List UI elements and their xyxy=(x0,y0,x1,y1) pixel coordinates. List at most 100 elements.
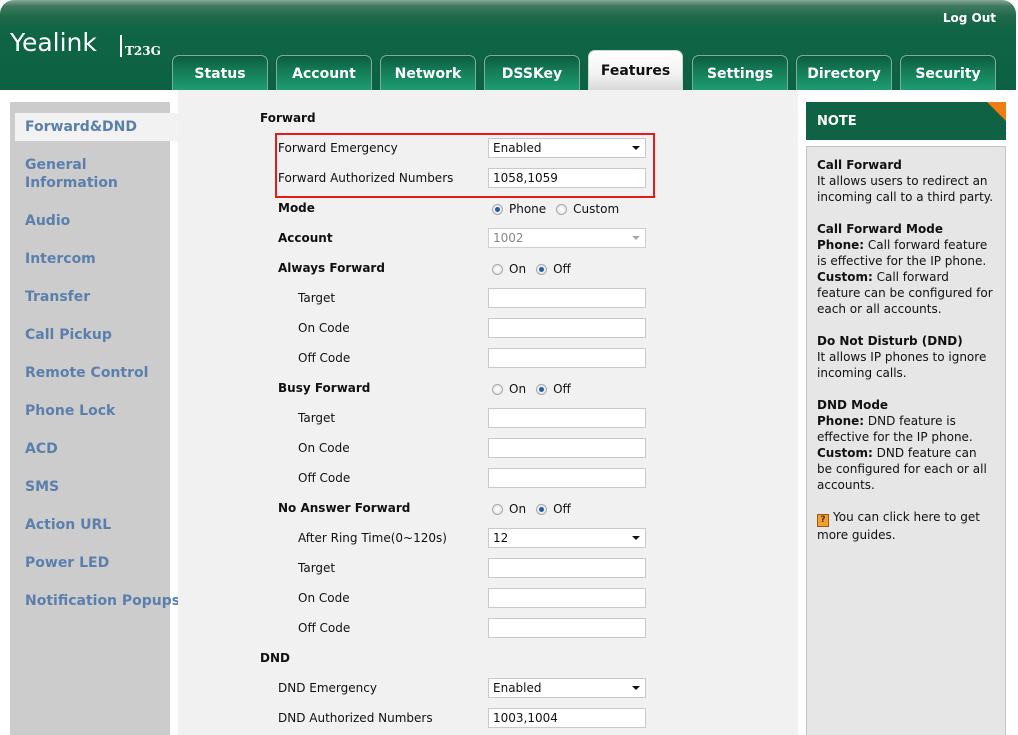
always-forward-off-radio[interactable] xyxy=(536,263,548,275)
sidebar-item-label: Transfer xyxy=(25,289,91,305)
note-phone-label: Phone: xyxy=(817,238,865,252)
note-title: Call Forward Mode xyxy=(817,222,943,236)
tab-dsskey[interactable]: DSSKey xyxy=(484,55,580,90)
note-header: NOTE xyxy=(806,102,1006,140)
brand-logo: Yealink xyxy=(10,28,97,57)
tab-account[interactable]: Account xyxy=(276,55,372,90)
forward-authorized-numbers-label: Forward Authorized Numbers xyxy=(278,171,454,185)
no-answer-forward-on-radio[interactable] xyxy=(492,503,503,515)
no-answer-forward-off-radio[interactable] xyxy=(536,503,548,515)
note-dnd: Do Not Disturb (DND) It allows IP phones… xyxy=(817,333,995,381)
always-forward-on-code-input[interactable] xyxy=(488,318,646,338)
note-title: DND Mode xyxy=(817,398,889,412)
after-ring-time-value: 12 xyxy=(493,531,509,545)
logo-divider xyxy=(120,35,122,57)
sidebar-item-transfer[interactable]: Transfer xyxy=(15,288,170,306)
always-forward-on-radio[interactable] xyxy=(492,263,503,275)
more-guides-link[interactable]: ? You can click here to get more guides. xyxy=(817,509,995,543)
sidebar-item-label: Power LED xyxy=(25,555,110,571)
account-label: Account xyxy=(278,231,333,245)
account-select[interactable]: 1002 xyxy=(488,228,646,248)
forward-authorized-numbers-input[interactable]: 1058,1059 xyxy=(488,168,646,188)
tab-status[interactable]: Status xyxy=(172,55,268,90)
tab-security[interactable]: Security xyxy=(900,55,996,90)
note-title: Do Not Disturb (DND) xyxy=(817,334,963,348)
busy-forward-label: Busy Forward xyxy=(278,381,371,395)
note-call-forward-mode: Call Forward Mode Phone: Call forward fe… xyxy=(817,221,995,317)
no-answer-forward-target-label: Target xyxy=(298,561,336,575)
note-text: Custom: DND feature can be configured fo… xyxy=(817,445,995,493)
always-forward-label: Always Forward xyxy=(278,261,385,275)
no-answer-forward-off-code-label: Off Code xyxy=(298,621,351,635)
always-forward-off-label: Off xyxy=(553,262,571,276)
chevron-down-icon xyxy=(632,146,640,150)
tab-features[interactable]: Features xyxy=(588,50,683,90)
forward-dnd-form: Forward Forward Emergency Enabled Forwar… xyxy=(178,90,798,735)
sidebar-item-label: Audio xyxy=(25,213,71,229)
sidebar-item-phone-lock[interactable]: Phone Lock xyxy=(15,402,170,420)
sidebar-item-acd[interactable]: ACD xyxy=(15,440,170,458)
sidebar-item-audio[interactable]: Audio xyxy=(15,212,170,230)
sidebar-item-intercom[interactable]: Intercom xyxy=(15,250,170,268)
note-text: Custom: Call forward feature can be conf… xyxy=(817,269,995,317)
dnd-authorized-numbers-input[interactable]: 1003,1004 xyxy=(488,708,646,728)
dnd-emergency-value: Enabled xyxy=(493,681,542,695)
mode-label: Mode xyxy=(278,201,315,215)
note-text: It allows IP phones to ignore incoming c… xyxy=(817,350,987,380)
tab-network[interactable]: Network xyxy=(380,55,476,90)
mode-custom-label: Custom xyxy=(573,202,620,216)
always-forward-target-label: Target xyxy=(298,291,336,305)
mode-radio-group: Phone Custom xyxy=(492,202,629,216)
no-answer-forward-radio-group: On Off xyxy=(492,502,581,516)
note-text: It allows users to redirect an incoming … xyxy=(817,174,994,204)
note-panel: Call Forward It allows users to redirect… xyxy=(806,146,1006,735)
busy-forward-off-code-input[interactable] xyxy=(488,468,646,488)
always-forward-off-code-input[interactable] xyxy=(488,348,646,368)
note-dnd-mode: DND Mode Phone: DND feature is effective… xyxy=(817,397,995,493)
always-forward-target-input[interactable] xyxy=(488,288,646,308)
account-value: 1002 xyxy=(493,231,524,245)
mode-phone-radio[interactable] xyxy=(492,203,503,215)
busy-forward-on-label: On xyxy=(509,382,527,396)
no-answer-forward-target-input[interactable] xyxy=(488,558,646,578)
note-title: Call Forward xyxy=(817,158,902,172)
busy-forward-on-radio[interactable] xyxy=(492,383,503,395)
sidebar-item-call-pickup[interactable]: Call Pickup xyxy=(15,326,170,344)
logout-link[interactable]: Log Out xyxy=(943,11,996,25)
sidebar-item-sms[interactable]: SMS xyxy=(15,478,170,496)
sidebar-item-label: ACD xyxy=(25,441,58,457)
chevron-down-icon xyxy=(632,686,640,690)
sidebar-item-label: Intercom xyxy=(25,251,96,267)
sidebar-item-label: SMS xyxy=(25,479,60,495)
busy-forward-off-radio[interactable] xyxy=(536,383,548,395)
busy-forward-target-input[interactable] xyxy=(488,408,646,428)
busy-forward-off-label: Off xyxy=(553,382,571,396)
sidebar-item-forward-dnd[interactable]: Forward&DND xyxy=(15,113,178,141)
sidebar-item-label: Phone Lock xyxy=(25,403,116,419)
sidebar-item-action-url[interactable]: Action URL xyxy=(15,516,170,534)
mode-phone-label: Phone xyxy=(509,202,547,216)
sidebar-item-remote-control[interactable]: Remote Control xyxy=(15,364,170,382)
dnd-emergency-select[interactable]: Enabled xyxy=(488,678,646,698)
forward-section-title: Forward xyxy=(260,111,316,125)
after-ring-time-select[interactable]: 12 xyxy=(488,528,646,548)
tab-settings[interactable]: Settings xyxy=(692,55,788,90)
note-text: Phone: Call forward feature is effective… xyxy=(817,237,995,269)
busy-forward-on-code-input[interactable] xyxy=(488,438,646,458)
no-answer-forward-label: No Answer Forward xyxy=(278,501,411,515)
always-forward-on-code-label: On Code xyxy=(298,321,350,335)
sidebar-item-label: Call Pickup xyxy=(25,327,112,343)
busy-forward-radio-group: On Off xyxy=(492,382,581,396)
tab-directory[interactable]: Directory xyxy=(796,55,892,90)
sidebar-item-general-information[interactable]: General Information xyxy=(15,156,135,192)
dnd-section-title: DND xyxy=(260,651,290,665)
sidebar-item-notification-popups[interactable]: Notification Popups xyxy=(15,592,180,610)
mode-custom-radio[interactable] xyxy=(556,203,568,215)
help-icon: ? xyxy=(817,514,829,527)
forward-emergency-select[interactable]: Enabled xyxy=(488,138,646,158)
chevron-down-icon xyxy=(632,536,640,540)
no-answer-forward-off-code-input[interactable] xyxy=(488,618,646,638)
always-forward-off-code-label: Off Code xyxy=(298,351,351,365)
no-answer-forward-on-code-input[interactable] xyxy=(488,588,646,608)
sidebar-item-power-led[interactable]: Power LED xyxy=(15,554,170,572)
